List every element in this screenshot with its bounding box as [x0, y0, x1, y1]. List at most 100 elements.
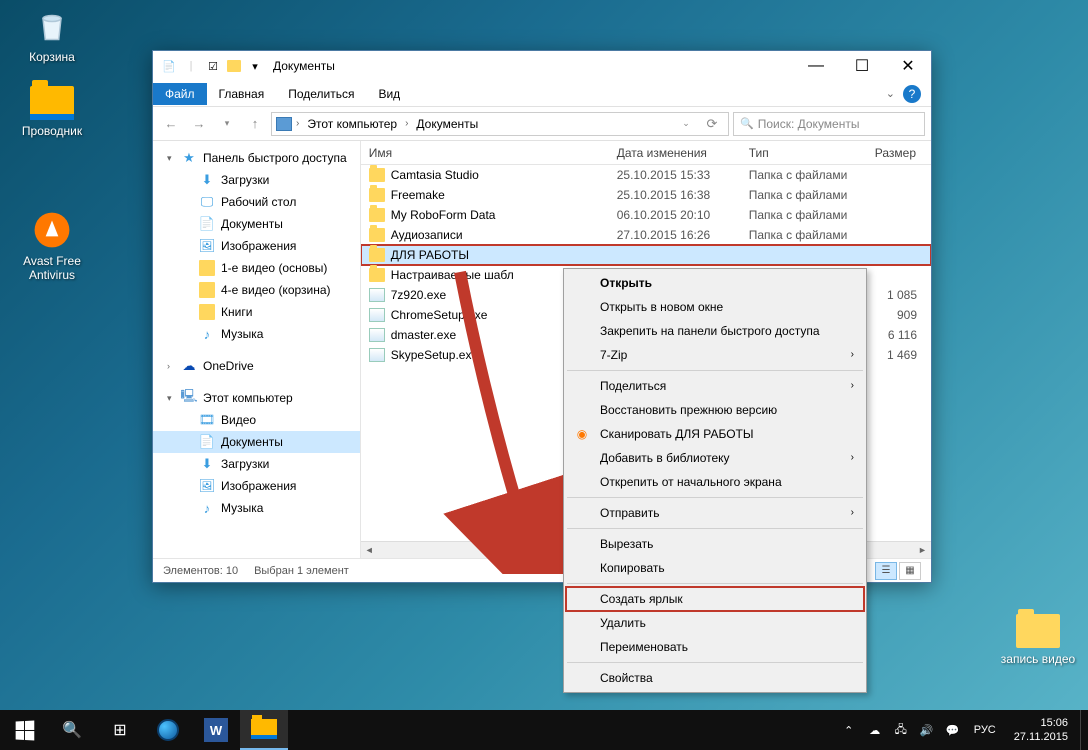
download-icon: ⬇ — [199, 172, 215, 188]
cm-7zip[interactable]: 7-Zip› — [566, 343, 864, 367]
col-header-type[interactable]: Тип — [741, 146, 867, 160]
nav-folder-books[interactable]: Книги — [153, 301, 360, 323]
nav-folder-vid4[interactable]: 4-е видео (корзина) — [153, 279, 360, 301]
file-row[interactable]: Camtasia Studio25.10.2015 15:33Папка с ф… — [361, 165, 931, 185]
chevron-right-icon[interactable]: › — [405, 118, 408, 129]
scroll-left-icon[interactable]: ◄ — [361, 542, 378, 559]
folder-icon[interactable] — [227, 60, 241, 72]
desktop-icon-recycle-bin[interactable]: Корзина — [14, 6, 90, 64]
close-button[interactable]: ✕ — [885, 51, 931, 81]
cm-rename[interactable]: Переименовать — [566, 635, 864, 659]
nav-recent-icon[interactable]: ▾ — [215, 112, 239, 136]
file-row[interactable]: ДЛЯ РАБОТЫ — [361, 245, 931, 265]
taskbar-word[interactable]: W — [192, 710, 240, 750]
taskbar-edge[interactable] — [144, 710, 192, 750]
help-button[interactable]: ? — [903, 85, 921, 103]
minimize-button[interactable]: — — [793, 51, 839, 81]
taskbar-explorer[interactable] — [240, 710, 288, 750]
chevron-right-icon: › — [851, 507, 854, 518]
nav-this-pc[interactable]: ▾🖳Этот компьютер — [153, 387, 360, 409]
qat-dropdown-icon[interactable]: ▾ — [247, 58, 263, 74]
cm-pin-quick-access[interactable]: Закрепить на панели быстрого доступа — [566, 319, 864, 343]
cm-open-new-window[interactable]: Открыть в новом окне — [566, 295, 864, 319]
nav-quick-access[interactable]: ▾★Панель быстрого доступа — [153, 147, 360, 169]
nav-documents[interactable]: 📄Документы — [153, 213, 360, 235]
file-row[interactable]: Аудиозаписи27.10.2015 16:26Папка с файла… — [361, 225, 931, 245]
cm-restore-version[interactable]: Восстановить прежнюю версию — [566, 398, 864, 422]
nav-music[interactable]: ♪Музыка — [153, 323, 360, 345]
breadcrumb[interactable]: › Этот компьютер › Документы ⌄ ⟳ — [271, 112, 729, 136]
desktop-icon-label: Проводник — [14, 124, 90, 138]
cm-open[interactable]: Открыть — [566, 271, 864, 295]
file-row[interactable]: Freemake25.10.2015 16:38Папка с файлами — [361, 185, 931, 205]
cm-share[interactable]: Поделиться› — [566, 374, 864, 398]
cm-unpin-start[interactable]: Открепить от начального экрана — [566, 470, 864, 494]
breadcrumb-dropdown-icon[interactable]: ⌄ — [674, 112, 698, 136]
maximize-button[interactable]: ☐ — [839, 51, 885, 81]
chevron-right-icon[interactable]: › — [296, 118, 299, 129]
breadcrumb-root[interactable]: Этот компьютер — [303, 117, 401, 131]
nav-forward-button[interactable]: → — [187, 112, 211, 136]
windows-logo-icon — [15, 720, 34, 740]
tab-view[interactable]: Вид — [366, 83, 412, 105]
col-header-size[interactable]: Размер — [867, 146, 931, 160]
file-name: ДЛЯ РАБОТЫ — [391, 248, 469, 262]
properties-icon[interactable]: ☑ — [205, 58, 221, 74]
desktop-icon-explorer[interactable]: Проводник — [14, 86, 90, 138]
col-header-name[interactable]: Имя — [361, 146, 609, 160]
taskbar-clock[interactable]: 15:06 27.11.2015 — [1006, 716, 1076, 745]
tray-overflow-icon[interactable]: ⌃ — [838, 710, 860, 750]
tab-share[interactable]: Поделиться — [276, 83, 366, 105]
view-details-button[interactable]: ☰ — [875, 562, 897, 580]
cm-scan[interactable]: ◉Сканировать ДЛЯ РАБОТЫ — [566, 422, 864, 446]
col-header-date[interactable]: Дата изменения — [609, 146, 741, 160]
qat-sep: | — [183, 58, 199, 74]
task-view-button[interactable]: ⊞ — [96, 710, 144, 750]
desktop-icon-video-folder[interactable]: запись видео — [1000, 614, 1076, 666]
word-icon: W — [204, 718, 228, 742]
folder-icon — [369, 268, 385, 282]
breadcrumb-current[interactable]: Документы — [412, 117, 482, 131]
cm-send-to[interactable]: Отправить› — [566, 501, 864, 525]
tray-notifications-icon[interactable]: 💬 — [942, 710, 964, 750]
tab-file[interactable]: Файл — [153, 83, 207, 105]
explorer-icon — [30, 86, 74, 120]
scroll-right-icon[interactable]: ► — [914, 542, 931, 559]
nav-documents-pc[interactable]: 📄Документы — [153, 431, 360, 453]
ribbon-expand-icon[interactable]: ⌄ — [886, 87, 895, 100]
nav-onedrive[interactable]: ›☁OneDrive — [153, 355, 360, 377]
start-button[interactable] — [0, 710, 48, 750]
nav-back-button[interactable]: ← — [159, 112, 183, 136]
search-button[interactable]: 🔍 — [48, 710, 96, 750]
cm-create-shortcut[interactable]: Создать ярлык — [566, 587, 864, 611]
tray-onedrive-icon[interactable]: ☁ — [864, 710, 886, 750]
file-name: Freemake — [391, 188, 445, 202]
desktop-icon-avast[interactable]: Avast Free Antivirus — [14, 210, 90, 282]
tray-network-icon[interactable]: 🖧 — [890, 710, 912, 750]
tray-language[interactable]: РУС — [968, 710, 1002, 750]
cm-copy[interactable]: Копировать — [566, 556, 864, 580]
cm-properties[interactable]: Свойства — [566, 666, 864, 690]
view-icons-button[interactable]: ▦ — [899, 562, 921, 580]
nav-up-button[interactable]: ↑ — [243, 112, 267, 136]
tab-home[interactable]: Главная — [207, 83, 277, 105]
nav-desktop[interactable]: 🖵Рабочий стол — [153, 191, 360, 213]
cm-delete[interactable]: Удалить — [566, 611, 864, 635]
nav-folder-vid1[interactable]: 1-е видео (основы) — [153, 257, 360, 279]
nav-pictures-pc[interactable]: 🖼Изображения — [153, 475, 360, 497]
file-size: 6 116 — [867, 328, 931, 342]
search-input[interactable]: Поиск: Документы — [733, 112, 925, 136]
tray-volume-icon[interactable]: 🔊 — [916, 710, 938, 750]
nav-music-pc[interactable]: ♪Музыка — [153, 497, 360, 519]
file-row[interactable]: My RoboForm Data06.10.2015 20:10Папка с … — [361, 205, 931, 225]
cm-cut[interactable]: Вырезать — [566, 532, 864, 556]
nav-pictures[interactable]: 🖼Изображения — [153, 235, 360, 257]
refresh-button[interactable]: ⟳ — [700, 112, 724, 136]
nav-video[interactable]: 🎞Видео — [153, 409, 360, 431]
chevron-right-icon: › — [851, 380, 854, 391]
cm-add-library[interactable]: Добавить в библиотеку› — [566, 446, 864, 470]
documents-icon: 📄 — [199, 434, 215, 450]
nav-downloads-pc[interactable]: ⬇Загрузки — [153, 453, 360, 475]
show-desktop-button[interactable] — [1080, 710, 1086, 750]
nav-downloads[interactable]: ⬇Загрузки — [153, 169, 360, 191]
